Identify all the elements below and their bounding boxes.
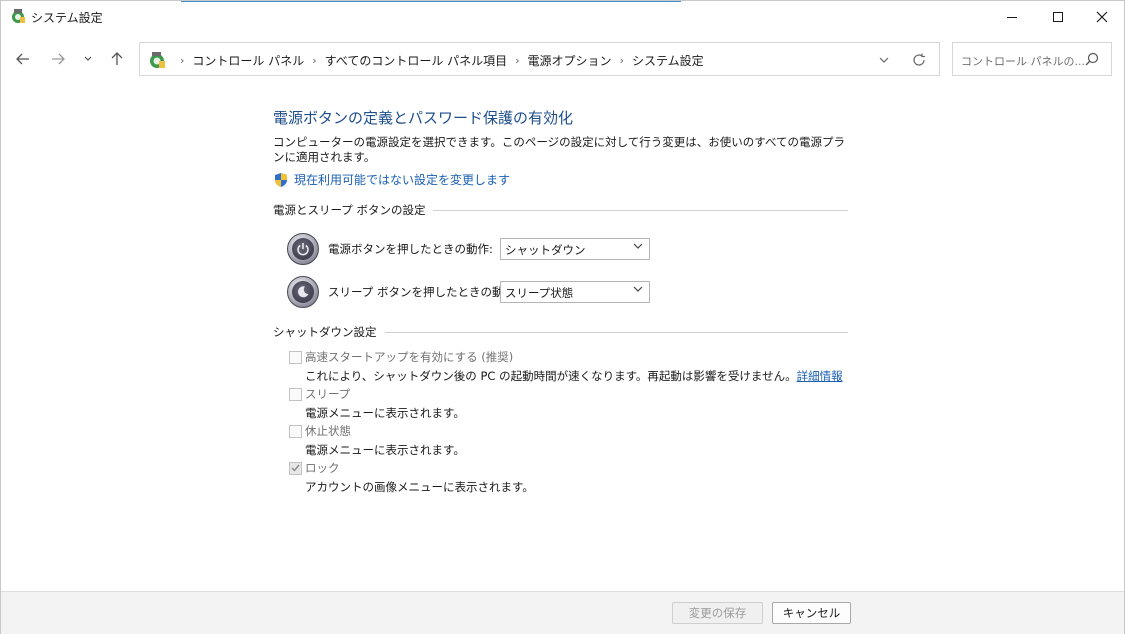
- window-title: システム設定: [31, 11, 103, 25]
- power-button-icon: [287, 233, 319, 265]
- sleep-label: スリープ: [305, 387, 351, 401]
- sleep-button-icon: [287, 276, 319, 308]
- breadcrumb-separator: ›: [312, 54, 317, 67]
- address-history-button[interactable]: [876, 52, 892, 68]
- search-placeholder: コントロール パネルの...: [961, 55, 1085, 68]
- select-value: シャットダウン: [505, 243, 586, 257]
- sleep-button-action-label: スリープ ボタンを押したときの動作:: [328, 285, 519, 299]
- chevron-down-icon: [84, 56, 92, 61]
- breadcrumb-system-settings[interactable]: システム設定: [632, 52, 704, 69]
- breadcrumb-all-items[interactable]: すべてのコントロール パネル項目: [325, 52, 508, 69]
- hibernate-description: 電源メニューに表示されます。: [305, 443, 465, 457]
- shutdown-settings-group: シャットダウン設定: [273, 324, 848, 340]
- fast-startup-checkbox[interactable]: [289, 350, 302, 364]
- uac-shield-icon: [275, 172, 287, 187]
- minimize-button[interactable]: [989, 1, 1035, 33]
- breadcrumb-separator: ›: [180, 54, 185, 67]
- breadcrumb-separator: ›: [619, 54, 624, 67]
- checkmark-icon: [291, 464, 300, 472]
- change-link-label[interactable]: 現在利用可能ではない設定を変更します: [294, 171, 510, 188]
- lock-option: ロック アカウントの画像メニューに表示されます。: [289, 460, 534, 495]
- save-changes-button[interactable]: 変更の保存: [672, 602, 763, 624]
- hibernate-checkbox[interactable]: [289, 424, 302, 438]
- breadcrumb-control-panel[interactable]: コントロール パネル: [192, 52, 304, 69]
- fast-startup-option: 高速スタートアップを有効にする (推奨) これにより、シャットダウン後の PC …: [289, 349, 843, 384]
- power-buttons-group: 電源とスリープ ボタンの設定: [273, 202, 848, 218]
- learn-more-link[interactable]: 詳細情報: [797, 369, 843, 383]
- sleep-option: スリープ 電源メニューに表示されます。: [289, 386, 465, 421]
- lock-checkbox[interactable]: [289, 461, 302, 475]
- breadcrumb-separator: ›: [515, 54, 520, 67]
- page-description: コンピューターの電源設定を選択できます。このページの設定に対して行う変更は、お使…: [273, 135, 846, 164]
- power-button-action-row: 電源ボタンを押したときの動作: シャットダウン: [287, 233, 650, 265]
- forward-button[interactable]: [46, 47, 70, 71]
- page-title: 電源ボタンの定義とパスワード保護の有効化: [273, 109, 574, 127]
- hibernate-option: 休止状態 電源メニューに表示されます。: [289, 423, 465, 458]
- group-heading: 電源とスリープ ボタンの設定: [273, 202, 848, 218]
- sleep-description: 電源メニューに表示されます。: [305, 406, 465, 420]
- footer-bar: 変更の保存 キャンセル: [1, 591, 1124, 634]
- breadcrumb: › コントロール パネル › すべてのコントロール パネル項目 › 電源オプショ…: [172, 52, 704, 69]
- chevron-down-icon: [633, 286, 643, 292]
- system-settings-window: システム設定 › コントロール パネル › すべてのコントロール パネル項目 ›…: [0, 0, 1125, 634]
- fast-startup-label: 高速スタートアップを有効にする (推奨): [305, 350, 514, 364]
- navigation-bar: › コントロール パネル › すべてのコントロール パネル項目 › 電源オプショ…: [1, 39, 1124, 79]
- lock-description: アカウントの画像メニューに表示されます。: [305, 480, 534, 494]
- chevron-down-icon: [633, 243, 643, 249]
- group-divider: [433, 209, 848, 211]
- search-input[interactable]: コントロール パネルの...: [952, 42, 1112, 76]
- group-divider: [384, 331, 848, 333]
- refresh-icon: [913, 53, 925, 66]
- hibernate-label: 休止状態: [305, 424, 351, 438]
- search-icon[interactable]: [1085, 52, 1099, 66]
- sleep-button-action-select[interactable]: スリープ状態: [500, 281, 650, 303]
- arrow-up-icon: [111, 52, 123, 65]
- shutdown-settings-heading: シャットダウン設定: [273, 325, 377, 339]
- cancel-button[interactable]: キャンセル: [772, 602, 851, 624]
- fast-startup-description: これにより、シャットダウン後の PC の起動時間が速くなります。再起動は影響を受…: [305, 368, 843, 384]
- maximize-icon: [1053, 12, 1063, 22]
- control-panel-icon: [150, 52, 165, 68]
- select-value: スリープ状態: [505, 286, 574, 300]
- fast-startup-description-text: これにより、シャットダウン後の PC の起動時間が速くなります。再起動は影響を受…: [305, 369, 797, 383]
- recent-locations-button[interactable]: [78, 47, 98, 71]
- power-button-action-label: 電源ボタンを押したときの動作:: [328, 242, 493, 256]
- chevron-down-icon: [879, 57, 889, 63]
- close-icon: [1096, 11, 1108, 23]
- up-button[interactable]: [105, 47, 129, 71]
- title-bar: システム設定: [1, 1, 1124, 33]
- group-heading: シャットダウン設定: [273, 324, 848, 340]
- power-buttons-heading: 電源とスリープ ボタンの設定: [273, 203, 426, 217]
- minimize-icon: [1007, 16, 1017, 18]
- breadcrumb-power-options[interactable]: 電源オプション: [528, 52, 612, 69]
- maximize-button[interactable]: [1035, 1, 1081, 33]
- arrow-left-icon: [16, 53, 29, 65]
- sleep-button-action-row: スリープ ボタンを押したときの動作: スリープ状態: [287, 276, 650, 308]
- arrow-right-icon: [52, 53, 65, 65]
- change-unavailable-settings-link[interactable]: 現在利用可能ではない設定を変更します: [273, 171, 510, 188]
- power-button-action-select[interactable]: シャットダウン: [500, 238, 650, 260]
- sleep-checkbox[interactable]: [289, 387, 302, 401]
- back-button[interactable]: [11, 47, 35, 71]
- close-button[interactable]: [1079, 1, 1125, 33]
- control-panel-icon: [12, 9, 25, 23]
- address-bar[interactable]: › コントロール パネル › すべてのコントロール パネル項目 › 電源オプショ…: [139, 42, 940, 76]
- refresh-button[interactable]: [910, 51, 928, 69]
- lock-label: ロック: [305, 461, 340, 475]
